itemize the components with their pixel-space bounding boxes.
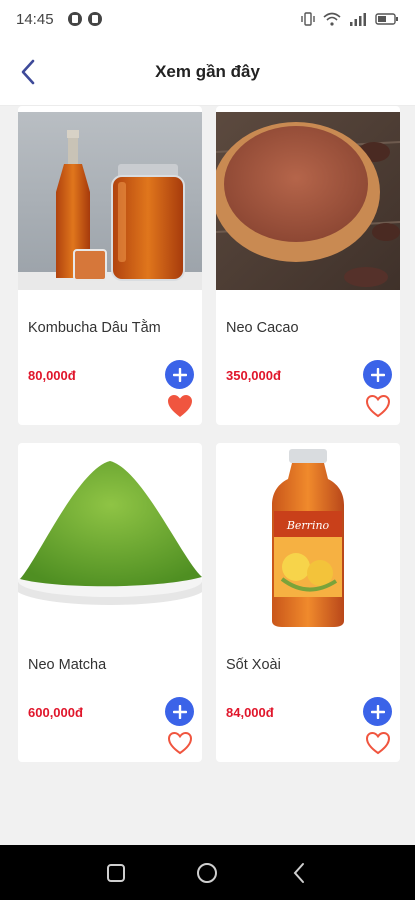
screen: 14:45 Xem gần đây Kombucha Dâu Tằm 80,00… [0,0,415,900]
plus-icon [370,704,385,719]
product-image-cacao[interactable] [216,112,400,290]
product-name: Neo Cacao [226,320,299,336]
page-title: Xem gần đây [155,61,260,81]
product-card[interactable]: Neo Cacao 350,000đ [216,106,400,425]
recent-apps-icon [106,863,125,882]
product-card[interactable]: Neo Matcha 600,000đ [18,443,202,762]
product-name: Neo Matcha [28,657,107,673]
signal-icon [350,13,366,26]
app-header: Xem gần đây [0,38,415,106]
heart-outline-icon[interactable] [166,730,194,756]
product-price: 600,000đ [28,705,83,720]
product-price: 350,000đ [226,368,281,383]
add-to-cart-button[interactable] [165,360,194,389]
plus-icon [172,367,187,382]
plus-icon [172,704,187,719]
product-name: Kombucha Dâu Tằm [28,320,161,336]
product-image-matcha[interactable] [18,449,202,627]
plus-icon [370,367,385,382]
system-nav-bar [0,845,415,900]
product-price: 80,000đ [28,368,76,383]
status-time: 14:45 [16,10,54,28]
app-notification-icon [67,12,82,26]
add-to-cart-button[interactable] [363,360,392,389]
add-to-cart-button[interactable] [165,697,194,726]
product-image-mango-sauce[interactable]: Berrino [216,449,400,627]
chevron-left-icon [21,59,35,85]
bottle-label-text: Berrino [286,519,330,532]
battery-icon [375,13,398,25]
home-icon [197,862,218,883]
back-button[interactable] [8,52,48,92]
recent-apps-button[interactable] [102,859,130,887]
heart-outline-icon[interactable] [364,730,392,756]
status-right-icons [301,11,399,27]
product-price: 84,000đ [226,705,274,720]
add-to-cart-button[interactable] [363,697,392,726]
product-image-kombucha[interactable] [18,112,202,290]
product-card[interactable]: Kombucha Dâu Tằm 80,000đ [18,106,202,425]
heart-outline-icon[interactable] [364,393,392,419]
back-icon [293,862,305,883]
system-back-button[interactable] [285,859,313,887]
wifi-icon [323,12,341,26]
product-card[interactable]: Berrino Sốt Xoài 84,000đ [216,443,400,762]
vibrate-icon [301,12,315,26]
heart-filled-icon[interactable] [166,393,194,419]
home-button[interactable] [193,859,221,887]
status-bar: 14:45 [0,0,415,38]
app-notification-icon [87,12,102,26]
product-name: Sốt Xoài [226,657,281,673]
